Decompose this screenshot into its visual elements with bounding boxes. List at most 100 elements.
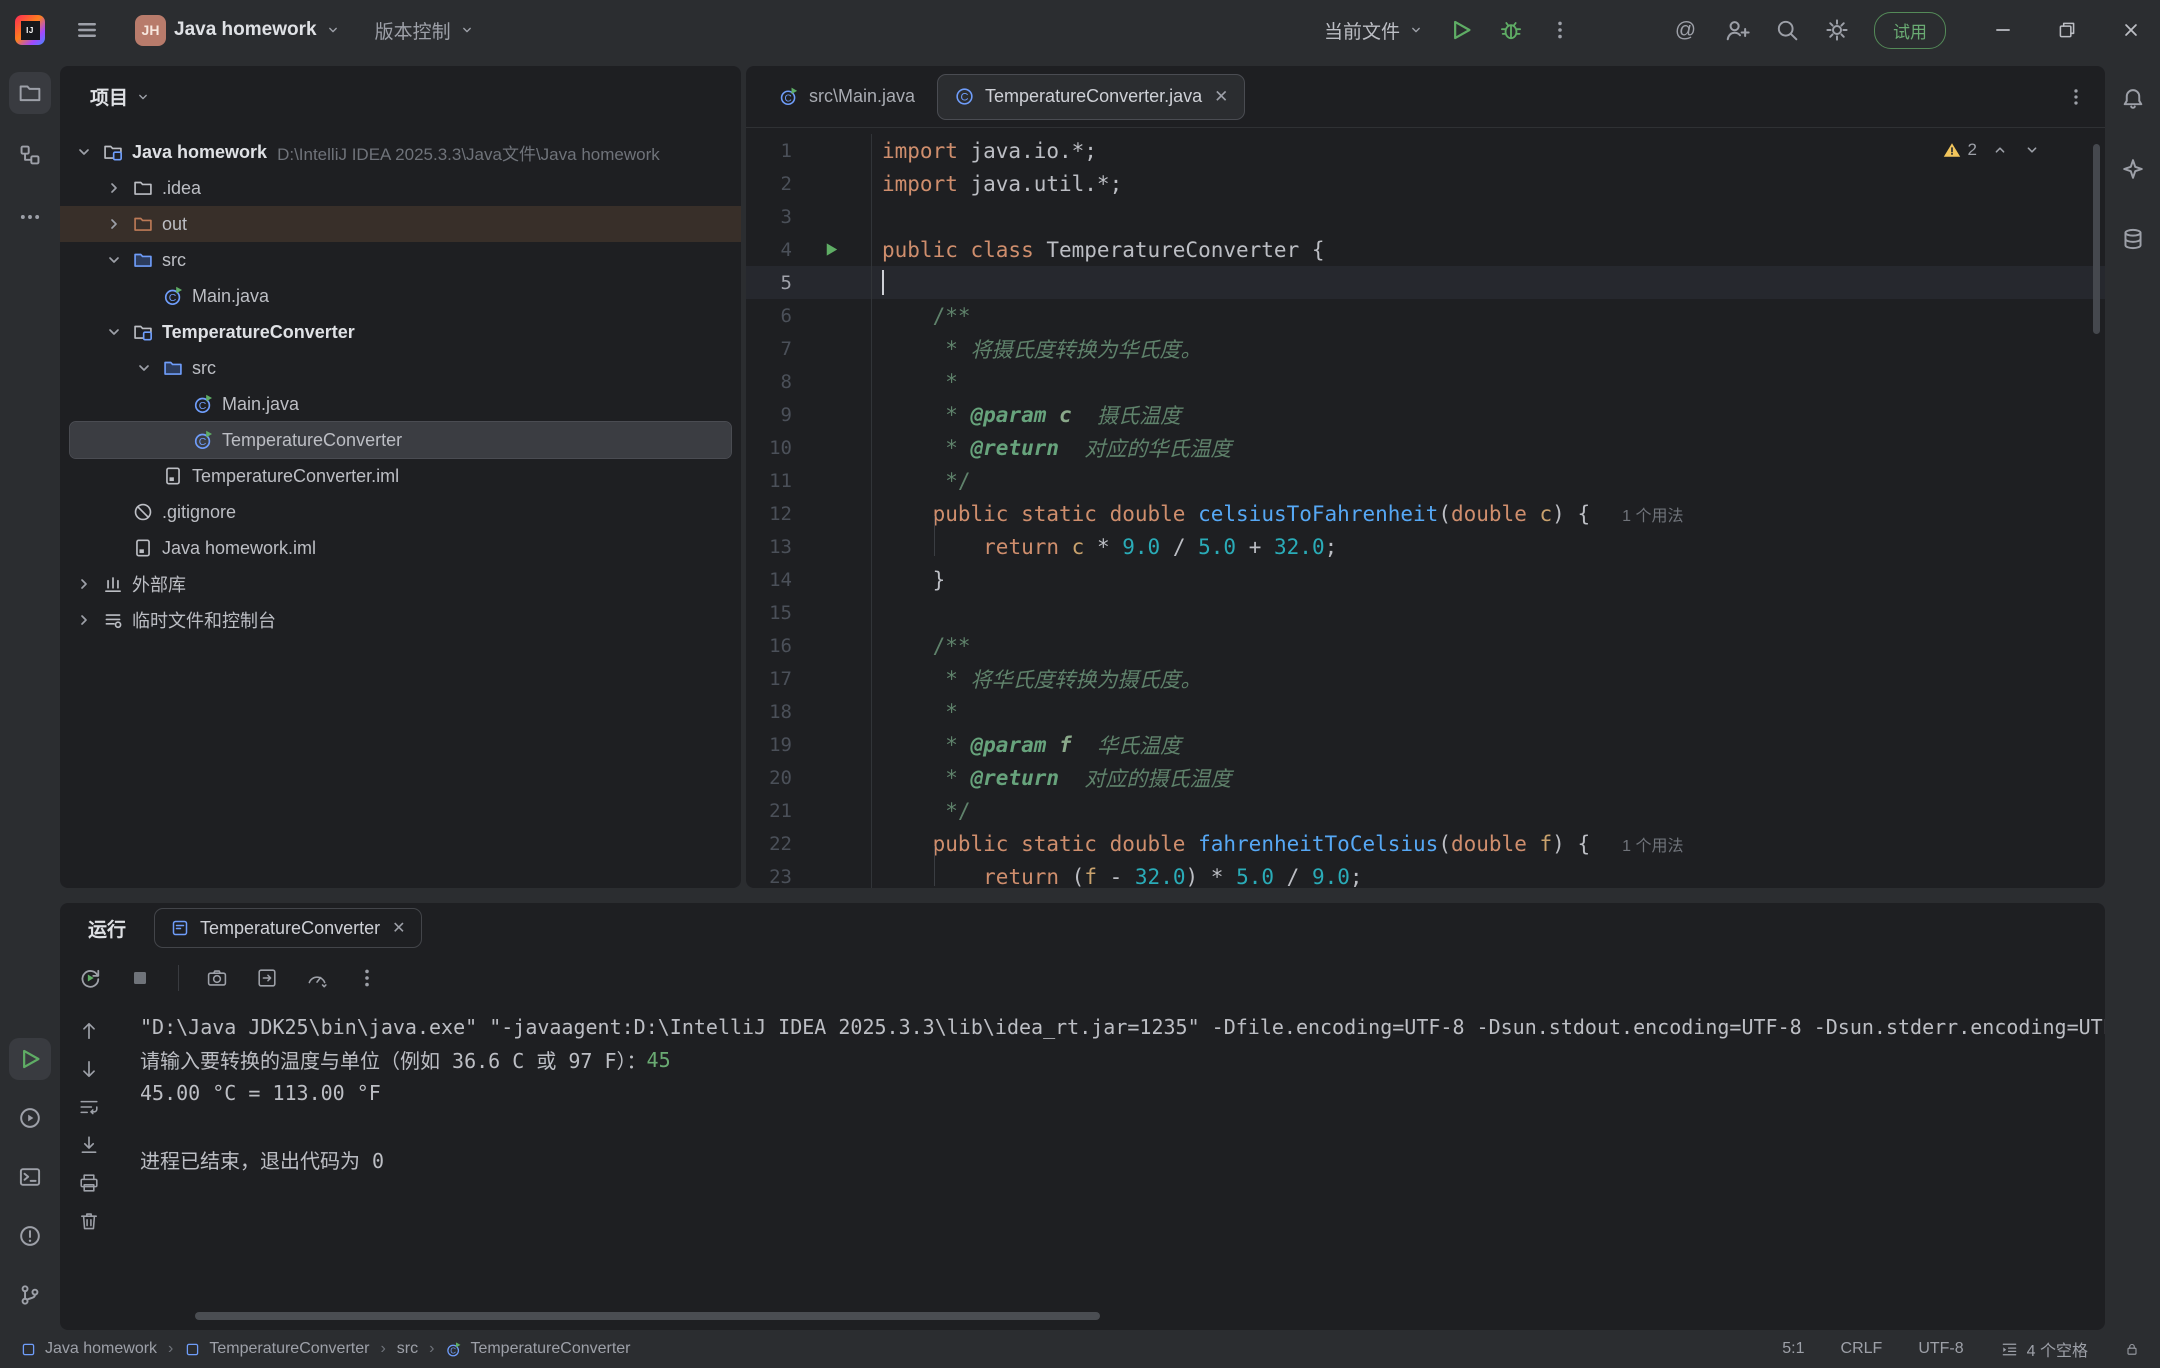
coverage-button[interactable] <box>305 966 329 990</box>
search-everywhere-button[interactable] <box>1774 17 1800 43</box>
settings-button[interactable] <box>1824 17 1850 43</box>
ai-assistant-button[interactable]: @ <box>1672 17 1699 44</box>
tree-item-temperatureconverter[interactable]: CTemperatureConverter <box>70 422 731 458</box>
code-line-6[interactable]: 6 /** <box>746 299 2105 332</box>
tree-item-src[interactable]: src <box>70 350 731 386</box>
chevron-right-icon[interactable] <box>104 214 132 234</box>
breadcrumb-item-temperatureconverter[interactable]: CTemperatureConverter <box>445 1340 630 1358</box>
tree-item-java-homework.iml[interactable]: Java homework.iml <box>70 530 731 566</box>
database-tool-button[interactable] <box>2112 218 2154 260</box>
lock-icon[interactable] <box>2124 1341 2140 1357</box>
tree-item-.gitignore[interactable]: .gitignore <box>70 494 731 530</box>
code-line-9[interactable]: 9 * @param c 摄氏温度 <box>746 398 2105 431</box>
code-line-13[interactable]: 13 return c * 9.0 / 5.0 + 32.0; <box>746 530 2105 563</box>
code-line-10[interactable]: 10 * @return 对应的华氏温度 <box>746 431 2105 464</box>
chevron-down-icon[interactable] <box>104 322 132 342</box>
ai-assistant-tool-button[interactable] <box>2112 148 2154 190</box>
code-line-18[interactable]: 18 * <box>746 695 2105 728</box>
code-line-14[interactable]: 14 } <box>746 563 2105 596</box>
tree-item-.idea[interactable]: .idea <box>70 170 731 206</box>
project-view-selector[interactable]: 项目 <box>60 66 741 118</box>
encoding[interactable]: UTF-8 <box>1918 1340 1963 1358</box>
run-tab[interactable]: TemperatureConverter ✕ <box>154 908 422 948</box>
rerun-button[interactable] <box>78 966 102 990</box>
chevron-right-icon[interactable] <box>104 178 132 198</box>
next-occurrence-button[interactable] <box>77 1057 101 1081</box>
code-line-12[interactable]: 12 public static double celsiusToFahrenh… <box>746 497 2105 530</box>
breadcrumb-item-src[interactable]: src <box>397 1340 418 1358</box>
prev-occurrence-button[interactable] <box>77 1019 101 1043</box>
problems-tool-button[interactable] <box>9 1215 51 1257</box>
close-tab-icon[interactable]: ✕ <box>1214 87 1228 107</box>
minimize-button[interactable] <box>1992 19 2014 41</box>
usage-inlay[interactable]: 1 个用法 <box>1622 832 1683 856</box>
soft-wrap-button[interactable] <box>77 1095 101 1119</box>
chevron-down-icon[interactable] <box>104 250 132 270</box>
chevron-right-icon[interactable] <box>74 610 102 630</box>
terminal-tool-button[interactable] <box>9 1156 51 1198</box>
code-line-16[interactable]: 16 /** <box>746 629 2105 662</box>
code-line-19[interactable]: 19 * @param f 华氏温度 <box>746 728 2105 761</box>
code-line-3[interactable]: 3 <box>746 200 2105 233</box>
chevron-down-icon[interactable] <box>74 142 102 162</box>
run-button[interactable] <box>1448 17 1474 43</box>
console-horizontal-scrollbar[interactable] <box>195 1312 1100 1320</box>
code-line-15[interactable]: 15 <box>746 596 2105 629</box>
code-line-22[interactable]: 22 public static double fahrenheitToCels… <box>746 827 2105 860</box>
usage-inlay[interactable]: 1 个用法 <box>1622 502 1683 526</box>
chevron-right-icon[interactable] <box>74 574 102 594</box>
tree-item-src[interactable]: src <box>70 242 731 278</box>
git-tool-button[interactable] <box>9 1274 51 1316</box>
scroll-to-end-button[interactable] <box>77 1133 101 1157</box>
line-ending[interactable]: CRLF <box>1841 1340 1883 1358</box>
structure-tool-button[interactable] <box>9 134 51 176</box>
code-line-1[interactable]: 1import java.io.*; <box>746 134 2105 167</box>
trial-badge[interactable]: 试用 <box>1874 12 1946 49</box>
code-line-8[interactable]: 8 * <box>746 365 2105 398</box>
editor-options-kebab-icon[interactable] <box>2065 86 2087 108</box>
caret-position[interactable]: 5:1 <box>1782 1340 1804 1358</box>
vcs-widget[interactable]: 版本控制 <box>375 17 475 44</box>
breadcrumb-item-java-homework[interactable]: Java homework <box>20 1340 157 1358</box>
code-line-17[interactable]: 17 * 将华氏度转换为摄氏度。 <box>746 662 2105 695</box>
chevron-down-icon[interactable] <box>2023 141 2041 159</box>
tree-item--[interactable]: 外部库 <box>70 566 731 602</box>
inspections-widget[interactable]: 2 <box>1942 140 2041 160</box>
tree-item-main.java[interactable]: CMain.java <box>70 278 731 314</box>
debug-button[interactable] <box>1498 17 1524 43</box>
tab-main-java[interactable]: C src\Main.java <box>762 75 931 119</box>
code-line-2[interactable]: 2import java.util.*; <box>746 167 2105 200</box>
notifications-button[interactable] <box>2112 78 2154 120</box>
breadcrumb-item-temperatureconverter[interactable]: TemperatureConverter <box>184 1340 369 1358</box>
code-line-20[interactable]: 20 * @return 对应的摄氏温度 <box>746 761 2105 794</box>
code-with-me-button[interactable] <box>1723 17 1750 44</box>
close-button[interactable] <box>2120 19 2142 41</box>
more-tools-button[interactable] <box>9 196 51 238</box>
code-line-4[interactable]: 4public class TemperatureConverter { <box>746 233 2105 266</box>
run-tool-button[interactable] <box>9 1038 51 1080</box>
services-tool-button[interactable] <box>9 1097 51 1139</box>
code-line-23[interactable]: 23 return (f - 32.0) * 5.0 / 9.0; <box>746 860 2105 888</box>
thread-dump-button[interactable] <box>205 966 229 990</box>
chevron-up-icon[interactable] <box>1991 141 2009 159</box>
run-config-selector[interactable]: 当前文件 <box>1324 17 1424 44</box>
tree-item-temperatureconverter[interactable]: TemperatureConverter <box>70 314 731 350</box>
code-line-7[interactable]: 7 * 将摄氏度转换为华氏度。 <box>746 332 2105 365</box>
project-widget[interactable]: JH Java homework <box>135 15 341 46</box>
print-button[interactable] <box>77 1171 101 1195</box>
tree-item-java-homework[interactable]: Java homeworkD:\IntelliJ IDEA 2025.3.3\J… <box>70 134 731 170</box>
tab-temperatureconverter-java[interactable]: C TemperatureConverter.java ✕ <box>937 74 1245 120</box>
attach-debugger-button[interactable] <box>255 966 279 990</box>
indent-widget[interactable]: 4 个空格 <box>2000 1337 2088 1361</box>
restore-button[interactable] <box>2056 19 2078 41</box>
tree-item-temperatureconverter.iml[interactable]: TemperatureConverter.iml <box>70 458 731 494</box>
tree-item--[interactable]: 临时文件和控制台 <box>70 602 731 638</box>
stop-button[interactable] <box>128 966 152 990</box>
clear-all-button[interactable] <box>77 1209 101 1233</box>
tree-item-main.java[interactable]: CMain.java <box>70 386 731 422</box>
more-run-options-button[interactable] <box>1548 18 1572 42</box>
main-menu-button[interactable] <box>75 18 99 42</box>
run-options-kebab-icon[interactable] <box>355 966 379 990</box>
run-gutter-icon[interactable] <box>822 240 841 259</box>
editor-scrollbar[interactable] <box>2093 144 2100 334</box>
